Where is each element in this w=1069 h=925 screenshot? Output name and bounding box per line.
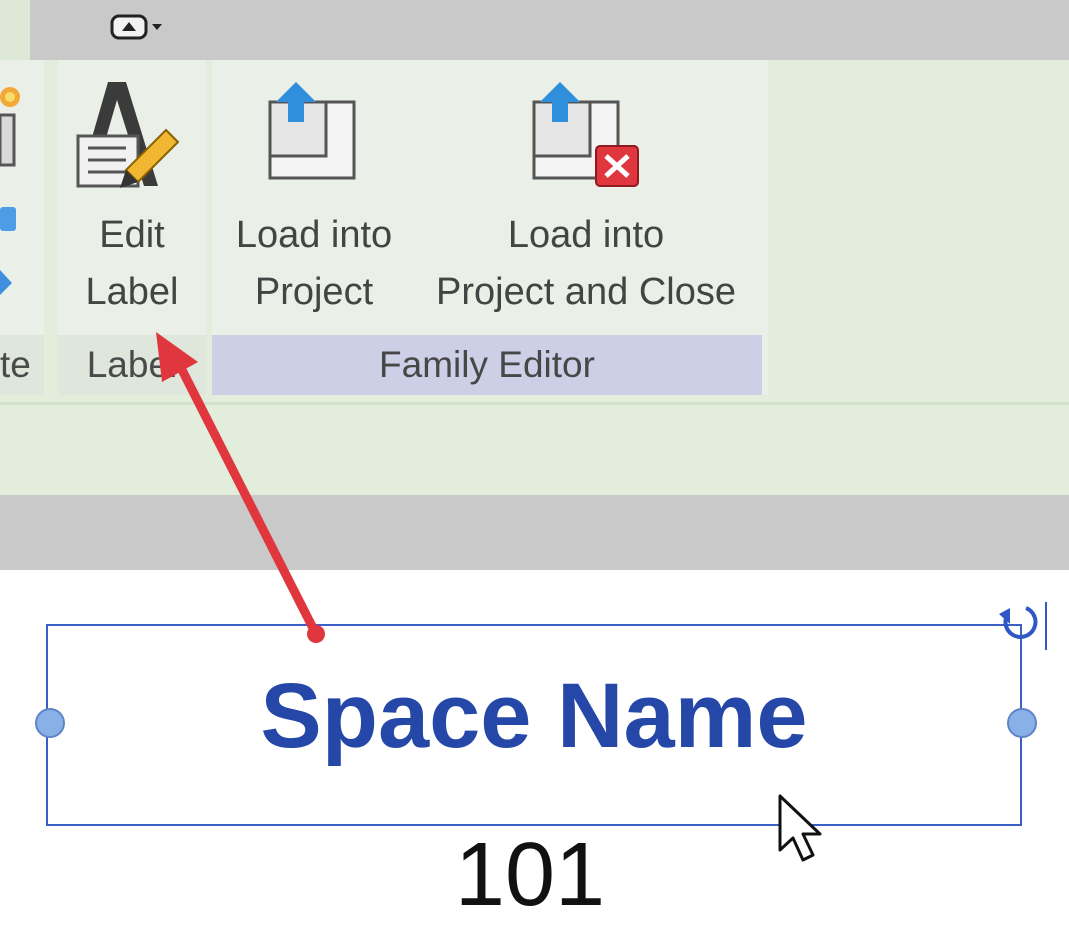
annotation-arrow bbox=[156, 332, 325, 643]
